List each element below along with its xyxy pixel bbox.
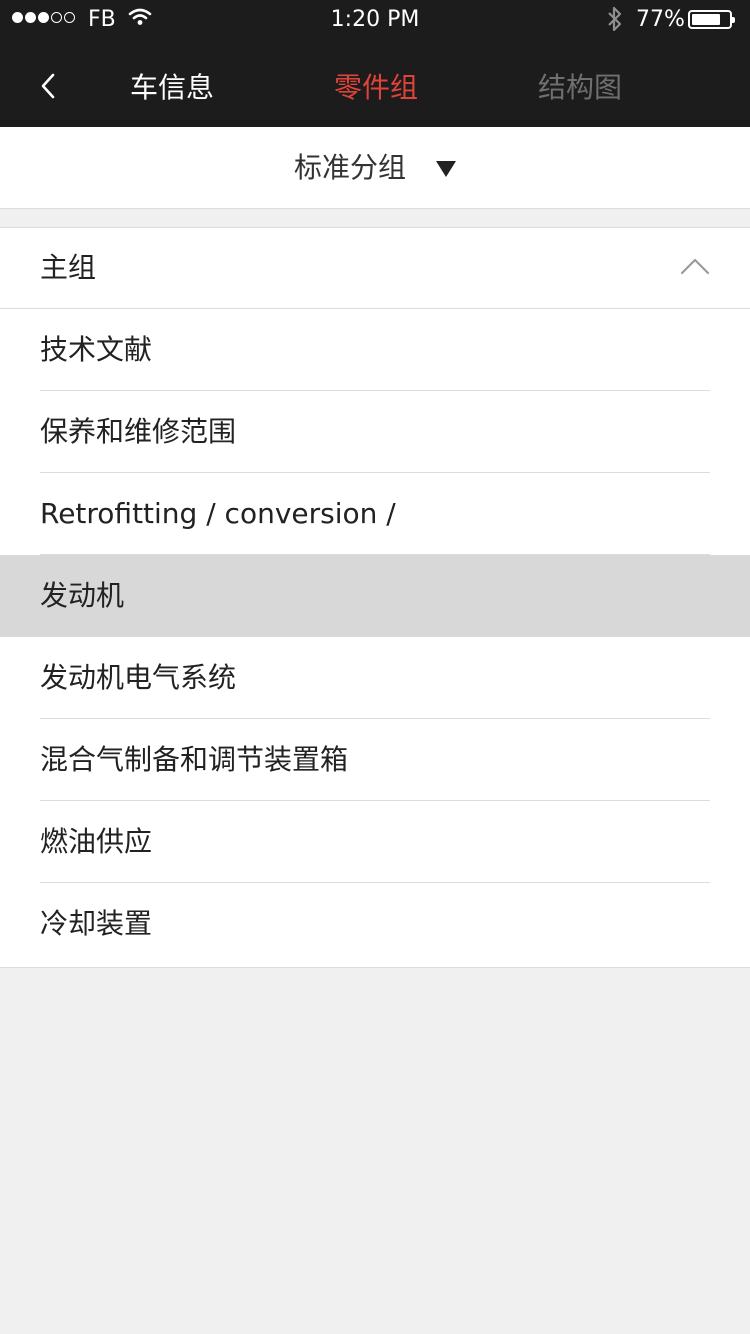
tab-vehicle-info[interactable]: 车信息 xyxy=(72,68,272,108)
list-item[interactable]: 冷却装置 xyxy=(0,883,750,967)
status-bar: FB 1:20 PM 77% xyxy=(0,0,750,40)
list-item[interactable]: 技术文献 xyxy=(0,309,750,391)
list-item-label: 技术文献 xyxy=(40,333,153,366)
grouping-selector-label: 标准分组 xyxy=(293,150,406,184)
tab-parts-group[interactable]: 零件组 xyxy=(276,68,476,108)
triangle-down-icon xyxy=(436,160,456,177)
section-title: 主组 xyxy=(40,251,97,284)
tab-structure-diagram[interactable]: 结构图 xyxy=(480,68,680,108)
battery-nub xyxy=(732,17,735,23)
section-header-main-group[interactable]: 主组 xyxy=(0,228,750,309)
list-item[interactable]: 保养和维修范围 xyxy=(0,391,750,473)
list-item-label: 冷却装置 xyxy=(40,907,153,940)
battery-fill xyxy=(692,14,720,25)
main-group-list: 主组 技术文献 保养和维修范围 Retrofitting / conversio… xyxy=(0,227,750,968)
chevron-left-icon xyxy=(41,73,55,99)
list-item[interactable]: Retrofitting / conversion / xyxy=(0,473,750,555)
grouping-selector-content: 标准分组 xyxy=(0,127,750,208)
list-item[interactable]: 燃油供应 xyxy=(0,801,750,883)
bluetooth-icon xyxy=(606,5,624,39)
app-header: FB 1:20 PM 77% 车信息 零件组 结构图 xyxy=(0,0,750,127)
battery-icon xyxy=(688,10,735,29)
list-item-label: 燃油供应 xyxy=(40,825,153,858)
list-item-label: 发动机 xyxy=(40,579,125,612)
list-item-selected[interactable]: 发动机 xyxy=(0,555,750,637)
battery-percentage: 77% xyxy=(636,7,685,32)
grouping-selector[interactable]: 标准分组 xyxy=(0,127,750,209)
list-item-label: 保养和维修范围 xyxy=(40,415,237,448)
back-button[interactable] xyxy=(34,66,62,106)
navigation-bar: 车信息 零件组 结构图 xyxy=(0,48,750,127)
list-item[interactable]: 发动机电气系统 xyxy=(0,637,750,719)
list-item[interactable]: 混合气制备和调节装置箱 xyxy=(0,719,750,801)
list-item-label: Retrofitting / conversion / xyxy=(40,497,396,530)
chevron-up-icon xyxy=(680,258,710,275)
list-item-label: 混合气制备和调节装置箱 xyxy=(40,743,349,776)
list-item-label: 发动机电气系统 xyxy=(40,661,237,694)
